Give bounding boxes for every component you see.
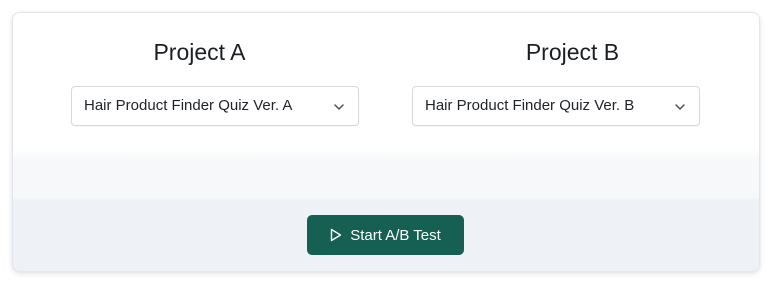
start-ab-test-label: Start A/B Test [350, 226, 441, 244]
play-icon [330, 228, 342, 242]
project-a-selected-quiz: Hair Product Finder Quiz Ver. A [84, 97, 293, 114]
project-b-selected-quiz: Hair Product Finder Quiz Ver. B [425, 97, 635, 114]
project-a-title: Project A [153, 39, 246, 65]
chevron-down-icon [675, 104, 685, 110]
chevron-down-icon [334, 104, 344, 110]
project-b-quiz-select[interactable]: Hair Product Finder Quiz Ver. B [412, 86, 700, 126]
project-b-title: Project B [525, 39, 620, 65]
project-b-panel: Project B Hair Product Finder Quiz Ver. … [386, 13, 759, 153]
start-ab-test-button[interactable]: Start A/B Test [307, 215, 464, 255]
ab-test-card: Project A Hair Product Finder Quiz Ver. … [12, 12, 760, 272]
project-a-quiz-select[interactable]: Hair Product Finder Quiz Ver. A [71, 86, 359, 126]
project-a-panel: Project A Hair Product Finder Quiz Ver. … [13, 13, 386, 153]
